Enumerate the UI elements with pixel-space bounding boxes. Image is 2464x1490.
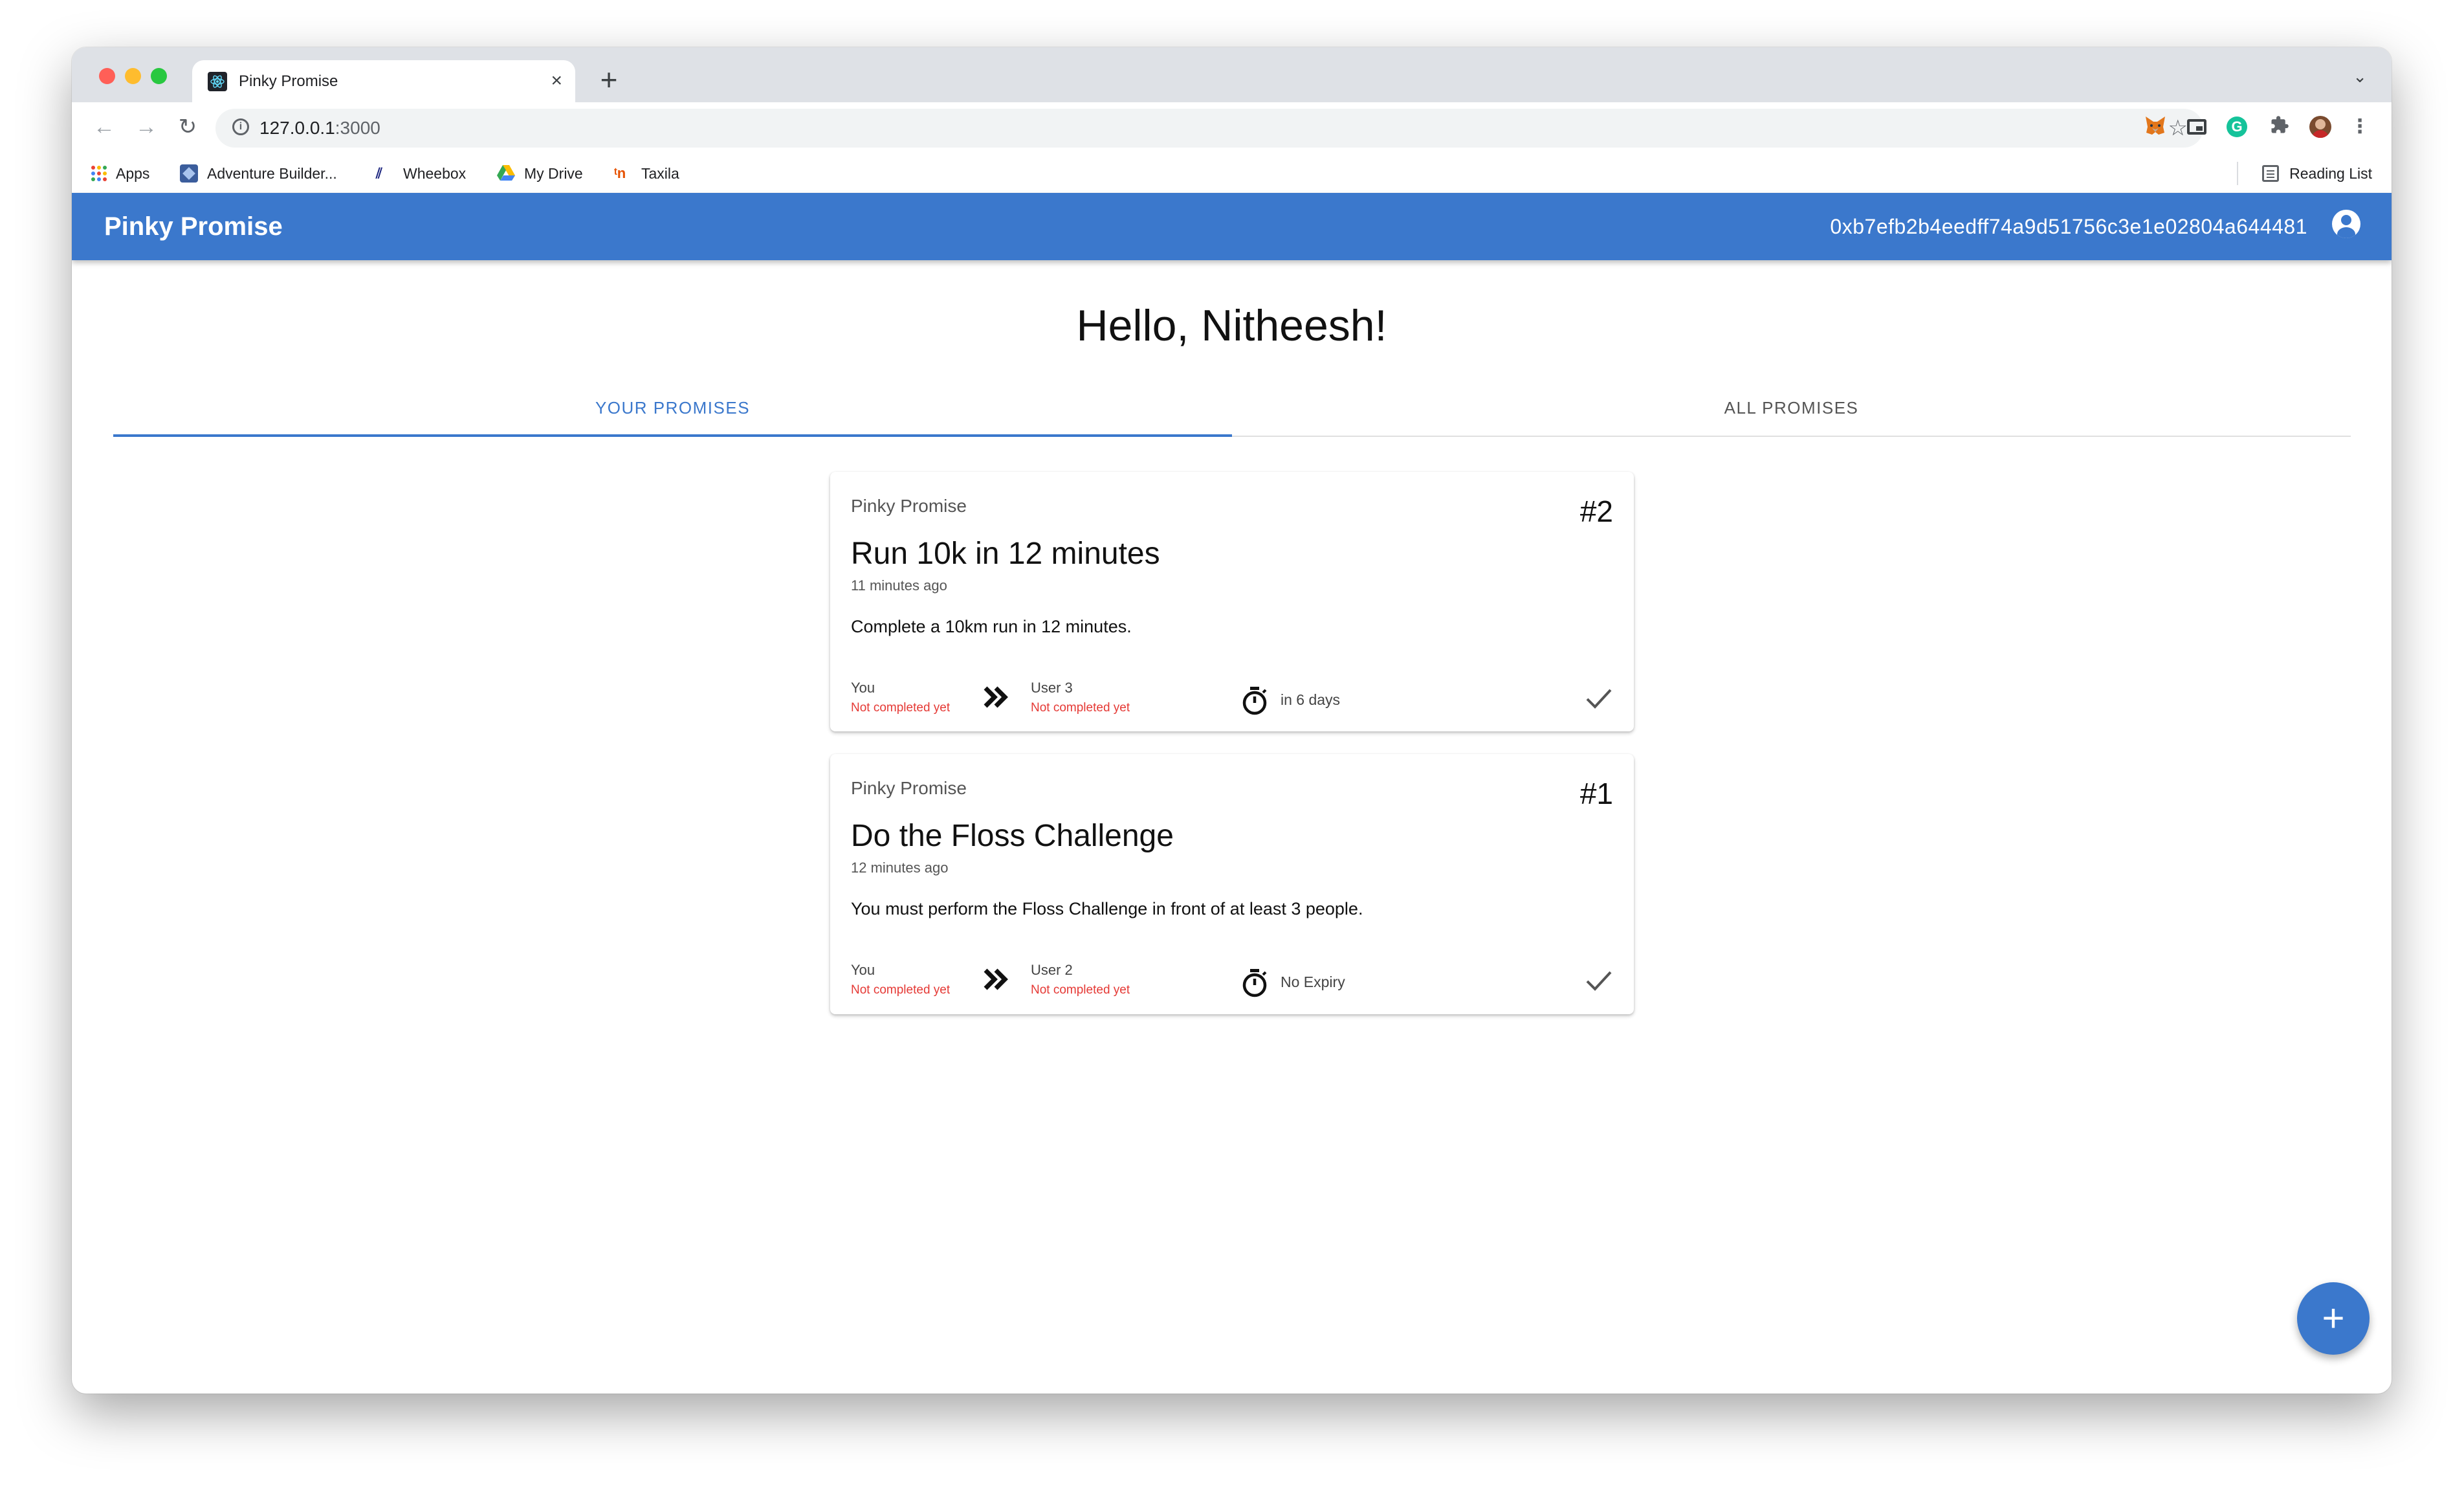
bookmark-label: My Drive [524,165,583,182]
bookmarks-divider [2237,162,2238,185]
tab-all-promises[interactable]: ALL PROMISES [1232,384,2351,436]
promise-to: User 3 Not completed yet [1031,679,1130,717]
tab-search-chevron-icon[interactable]: ⌄ [2353,67,2367,87]
promise-number: #1 [1579,777,1613,810]
wallet-address: 0xb7efb2b4eedff74a9d51756c3e1e02804a6444… [1830,215,2307,238]
bookmark-wheebox[interactable]: ⫽ Wheebox [376,163,466,184]
party-status: Not completed yet [1031,701,1130,715]
greeting-heading: Hello, Nitheesh! [1076,301,1387,350]
add-promise-button[interactable]: + [2297,1282,2370,1355]
reading-list-label: Reading List [2289,165,2372,182]
adventure-builder-icon [180,164,198,183]
grammarly-icon[interactable]: G [2227,117,2247,137]
account-circle-icon[interactable] [2332,210,2360,238]
apps-grid-icon [91,166,107,181]
promise-description: Complete a 10km run in 12 minutes. [851,617,1132,636]
reading-list-icon [2262,165,2280,182]
party-name: You [851,680,875,696]
close-window-button[interactable] [99,68,115,84]
tab-your-promises[interactable]: YOUR PROMISES [113,384,1232,436]
timer-icon [1240,685,1269,720]
forward-arrow-icon[interactable]: → [132,114,160,140]
promise-from: You Not completed yet [851,679,950,717]
double-chevron-right-icon [983,968,1009,994]
promise-timestamp: 12 minutes ago [851,860,949,876]
promise-title: Run 10k in 12 minutes [851,537,1160,571]
reload-icon[interactable]: ↻ [173,114,202,140]
bookmark-adventure-builder[interactable]: Adventure Builder... [180,163,337,184]
app-bar: Pinky Promise 0xb7efb2b4eedff74a9d51756c… [72,193,2392,260]
app-title[interactable]: Pinky Promise [104,211,283,242]
picture-in-picture-icon[interactable] [2185,115,2208,139]
url-text: 127.0.0.1:3000 [259,118,380,138]
card-overline: Pinky Promise [851,778,967,798]
bookmark-label: Apps [116,165,150,182]
address-bar[interactable]: i 127.0.0.1:3000 ☆ [215,109,2203,148]
browser-tab[interactable]: Pinky Promise × [192,60,575,102]
promise-timestamp: 11 minutes ago [851,577,947,594]
card-overline: Pinky Promise [851,496,967,516]
double-chevron-right-icon [983,685,1009,712]
promise-number: #2 [1579,495,1613,528]
more-vert-icon[interactable]: ⋮ [2348,115,2371,139]
wheebox-icon: ⫽ [376,165,382,181]
party-status: Not completed yet [851,983,951,997]
party-name: You [851,962,875,978]
site-info-icon[interactable]: i [232,118,249,135]
party-status: Not completed yet [851,701,951,715]
extensions-puzzle-icon[interactable] [2268,115,2291,139]
bookmark-label: Wheebox [403,165,467,182]
bookmark-my-drive[interactable]: My Drive [497,163,583,184]
tab-title: Pinky Promise [239,72,338,90]
promise-expiry: No Expiry [1281,973,1345,990]
promise-card[interactable]: Pinky Promise #1 Do the Floss Challenge … [830,754,1634,1014]
party-name: User 3 [1031,680,1073,696]
bookmark-label: Taxila [641,165,679,182]
metamask-fox-icon[interactable] [2144,115,2167,139]
promise-description: You must perform the Floss Challenge in … [851,899,1363,918]
tab-close-icon[interactable]: × [551,69,562,93]
new-tab-button[interactable]: + [589,60,628,99]
active-tab-indicator [113,434,1232,437]
party-name: User 2 [1031,962,1073,978]
react-favicon-icon [208,72,227,91]
promise-card[interactable]: Pinky Promise #2 Run 10k in 12 minutes 1… [830,472,1634,731]
profile-avatar-icon[interactable] [2309,116,2331,138]
check-icon[interactable] [1585,685,1613,715]
check-icon[interactable] [1585,968,1613,997]
promise-title: Do the Floss Challenge [851,819,1174,853]
promise-tabs: YOUR PROMISES ALL PROMISES [113,384,2351,437]
timer-icon [1240,968,1269,1002]
promise-to: User 2 Not completed yet [1031,961,1130,999]
minimize-window-button[interactable] [125,68,141,84]
maximize-window-button[interactable] [151,68,167,84]
taxila-icon: ᵗn [614,165,626,181]
promise-from: You Not completed yet [851,961,950,999]
reading-list-button[interactable]: Reading List [2262,163,2372,184]
browser-window: Pinky Promise × + ⌄ ← → ↻ i 127.0.0.1:30… [72,47,2392,1394]
browser-toolbar: ← → ↻ i 127.0.0.1:3000 ☆ G ⋮ [72,102,2392,154]
party-status: Not completed yet [1031,983,1130,997]
bookmark-apps[interactable]: Apps [91,163,149,184]
promise-expiry: in 6 days [1281,691,1341,708]
tab-strip: Pinky Promise × + ⌄ [72,47,2392,102]
google-drive-icon [497,164,515,183]
bookmarks-bar: Apps Adventure Builder... ⫽ Wheebox My D… [72,154,2392,194]
bookmark-label: Adventure Builder... [207,165,337,182]
bookmark-taxila[interactable]: ᵗn Taxila [614,163,679,184]
back-arrow-icon[interactable]: ← [90,114,118,140]
